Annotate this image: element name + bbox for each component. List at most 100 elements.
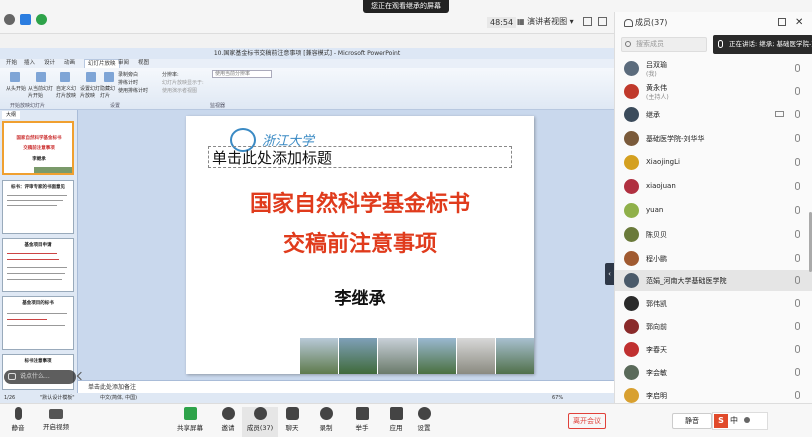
leave-meeting-button[interactable]: 离开会议 [568,413,606,429]
member-name: 陈贝贝 [646,231,667,239]
members-panel-header: 成员(37) ✕ [615,12,812,34]
member-search-input[interactable]: 搜索成员 [621,37,707,52]
ppt-tab[interactable]: 设计 [44,59,55,68]
close-icon[interactable]: ✕ [795,12,803,34]
member-row[interactable]: 李会敏 [615,362,812,383]
ribbon-group-label: 设置 [110,103,121,109]
record-button[interactable]: 录制 [308,407,344,437]
chat-button[interactable]: 聊天 [274,407,310,437]
slide-author[interactable]: 李继承 [186,284,534,309]
slide-thumbnail[interactable]: 国家自然科学基金标书 交稿前注意事项 李继承 [2,121,74,175]
notes-placeholder[interactable]: 单击此处添加备注 [78,380,614,393]
ribbon-from-current[interactable]: 从当前幻灯片开始 [28,85,54,99]
ribbon-presenter-view[interactable]: 使用演示者视图 [162,87,197,94]
member-row[interactable]: 郭伟凯 [615,293,812,314]
fullscreen-icon[interactable] [598,17,607,26]
meeting-toolbar: 静音 开启视频 共享屏幕 邀请 成员(37) 聊天 录制 举手 应用 设置 离开… [0,403,812,437]
ime-toolbar[interactable]: S中 [712,412,768,430]
ppt-tab[interactable]: 开始 [6,59,17,68]
thumb-photo-strip [34,167,72,173]
member-row[interactable]: 程小鹏 [615,248,812,269]
play-current-icon[interactable] [36,72,46,82]
members-button[interactable]: 成员(37) [242,407,278,437]
member-row[interactable]: XiaojingLi [615,152,812,173]
popout-icon[interactable] [778,18,786,26]
info-icon[interactable] [4,14,15,25]
video-button[interactable]: 开启视频 [38,407,74,437]
slide-thumbnails-pane: 大纲 国家自然科学基金标书 交稿前注意事项 李继承 标书：评审专家的书面意见 基… [0,110,78,393]
slide-thumbnail[interactable]: 标书：评审专家的书面意见 [2,180,74,234]
ppt-tab[interactable]: 动画 [64,59,75,68]
ribbon-hide[interactable]: 隐藏幻灯片 [100,85,118,99]
ribbon-record[interactable]: 录制旁白 [118,71,138,78]
share-screen-button[interactable]: 共享屏幕 [172,407,208,437]
member-row[interactable]: 陈贝贝 [615,224,812,245]
member-role: (我) [646,71,657,78]
outline-tab[interactable]: 大纲 [2,111,20,119]
view-mode-label: 演讲者视图 [527,17,568,26]
current-slide[interactable]: 浙江大学 单击此处添加标题 国家自然科学基金标书 交稿前注意事项 李继承 [186,116,534,374]
share-label: 共享屏幕 [177,424,203,432]
member-name: 继承 [646,111,660,119]
setup-icon[interactable] [86,72,96,82]
split-view-icon[interactable] [583,17,592,26]
invite-button[interactable]: 邀请 [210,407,246,437]
shield-icon[interactable] [20,14,31,25]
settings-button[interactable]: 设置 [406,407,442,437]
ppt-tab[interactable]: 视图 [138,59,149,68]
ribbon-from-start[interactable]: 从头开始 [6,85,26,92]
slide-thumbnail[interactable]: 基金项目的标书 [2,296,74,350]
member-row[interactable]: yuan [615,200,812,221]
collapse-panel-button[interactable]: ‹ [605,263,614,285]
ime-mode: 中 [730,416,738,425]
ribbon-use-timing[interactable]: 使用排练计时 [118,87,148,94]
chat-icon [285,407,299,420]
custom-show-icon[interactable] [60,72,70,82]
theme-name: "默认设计模板" [40,395,75,401]
resolution-dropdown[interactable]: 使用当前分辨率 [212,70,272,78]
play-icon[interactable] [10,72,20,82]
campus-photo [378,338,417,374]
ribbon-rehearse[interactable]: 排练计时 [118,79,138,86]
microphone-icon [718,40,723,48]
speaking-indicator: 正在讲话: 继承; 基础医学院-刘... [713,35,812,54]
member-row[interactable]: 郭向前 [615,316,812,337]
member-row[interactable]: 继承 [615,104,812,125]
ppt-tab[interactable]: 审阅 [118,59,129,68]
ppt-tab[interactable]: 插入 [24,59,35,68]
mute-all-button[interactable]: 静音 [672,413,712,429]
ppt-window-title: 10.国家基金标书交稿前注意事项 [兼容模式] - Microsoft Powe… [0,48,614,59]
ribbon-group-label: 监视器 [210,103,226,109]
member-name: 郭伟凯 [646,300,667,308]
view-mode-button[interactable]: ▦ 演讲者视图 ▾ [517,16,574,27]
member-row[interactable]: 李春天 [615,339,812,360]
member-name: xiaojuan [646,182,676,190]
mute-button[interactable]: 静音 [0,407,36,437]
comment-input[interactable]: 说点什么... [4,370,86,384]
slide-main-title[interactable]: 国家自然科学基金标书 [186,186,534,218]
ribbon-group-label: 开始放映幻灯片 [10,103,46,109]
avatar [624,61,639,76]
avatar [624,179,639,194]
slide-subtitle[interactable]: 交稿前注意事项 [186,226,534,258]
title-placeholder[interactable]: 单击此处添加标题 [208,146,512,168]
thumb-subtitle: 交稿前注意事项 [23,146,55,151]
thumb-text-line [7,195,67,196]
hide-slide-icon[interactable] [104,72,114,82]
network-signal-icon[interactable] [36,14,47,25]
raise-hand-button[interactable]: 举手 [344,407,380,437]
member-row[interactable]: 范娟_河南大学基础医学院 [615,270,812,291]
zoom-level[interactable]: 67% [552,393,563,403]
member-row[interactable]: 吕双瑜 (我) [615,58,812,79]
thumb-title: 国家自然科学基金标书 [16,136,62,141]
thumb-text-line [7,319,47,320]
member-row[interactable]: 黄永伟 (主持人) [615,81,812,102]
thumb-text-line [7,205,57,206]
share-banner: 您正在观看继承的屏幕 [363,0,449,13]
member-row[interactable]: 基础医学院-刘华华 [615,128,812,149]
ribbon-custom[interactable]: 自定义幻灯片放映 [56,85,80,99]
ribbon-setup[interactable]: 设置幻灯片放映 [80,85,102,99]
member-row[interactable]: xiaojuan [615,176,812,197]
slide-thumbnail[interactable]: 基金项目申请 [2,238,74,292]
avatar [624,273,639,288]
